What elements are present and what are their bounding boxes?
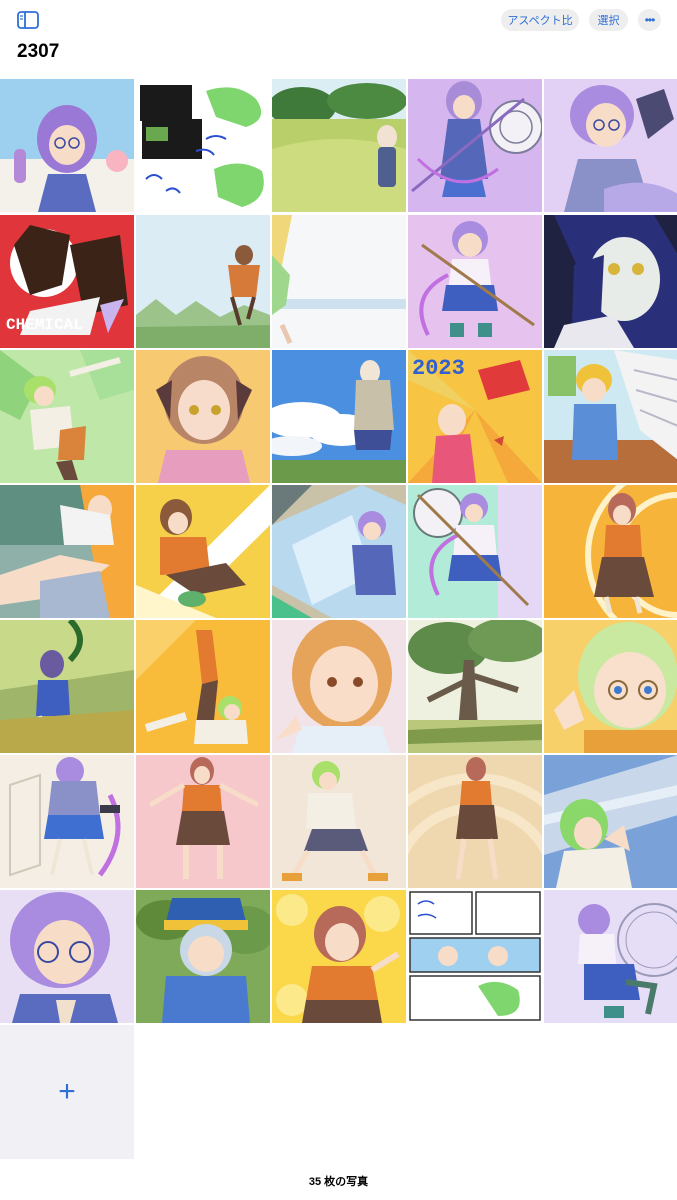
select-button[interactable]: 選択 [589,9,628,31]
photo-thumbnail[interactable] [0,485,134,618]
photo-thumbnail[interactable] [408,755,542,888]
photo-thumbnail[interactable] [136,890,270,1023]
photo-thumbnail[interactable] [272,79,406,212]
tile-caption-chemical: CHEMICAL [6,316,83,334]
photo-thumbnail[interactable] [544,755,677,888]
photo-thumbnail[interactable] [272,755,406,888]
plus-icon: + [58,1075,76,1108]
photo-count-label: 35 枚の写真 [308,1176,369,1188]
photo-thumbnail[interactable] [408,890,542,1023]
toolbar: アスペクト比 選択 ••• [0,0,677,40]
more-options-button[interactable]: ••• [638,9,661,31]
photo-thumbnail[interactable] [136,350,270,483]
photo-thumbnail[interactable]: 2023 [408,350,542,483]
photo-thumbnail[interactable] [408,79,542,212]
photo-thumbnail[interactable] [272,215,406,348]
photo-thumbnail[interactable] [0,350,134,483]
photo-thumbnail[interactable] [0,755,134,888]
album-title: 2307 [17,41,60,62]
photo-thumbnail[interactable] [272,890,406,1023]
photo-thumbnail[interactable]: CHEMICAL [0,215,134,348]
photo-thumbnail[interactable] [408,620,542,753]
tile-caption-year: 2023 [412,356,465,381]
aspect-ratio-button[interactable]: アスペクト比 [501,9,579,31]
add-photo-button[interactable]: + [0,1025,134,1159]
photo-thumbnail[interactable] [136,79,270,212]
photo-thumbnail[interactable] [0,79,134,212]
photo-thumbnail[interactable] [272,485,406,618]
photo-grid: CHEMICAL 2023 [0,79,677,1025]
photo-thumbnail[interactable] [0,890,134,1023]
photo-thumbnail[interactable] [544,890,677,1023]
photo-thumbnail[interactable] [136,485,270,618]
photo-thumbnail[interactable] [544,79,677,212]
photo-thumbnail[interactable] [408,215,542,348]
photo-thumbnail[interactable] [136,620,270,753]
photo-thumbnail[interactable] [544,350,677,483]
photo-thumbnail[interactable] [408,485,542,618]
photo-thumbnail[interactable] [136,755,270,888]
photo-thumbnail[interactable] [136,215,270,348]
photo-thumbnail[interactable] [544,620,677,753]
photo-thumbnail[interactable] [0,620,134,753]
photo-thumbnail[interactable] [544,485,677,618]
sidebar-icon[interactable] [17,11,39,29]
photo-thumbnail[interactable] [272,620,406,753]
photo-thumbnail[interactable] [544,215,677,348]
photo-thumbnail[interactable] [272,350,406,483]
